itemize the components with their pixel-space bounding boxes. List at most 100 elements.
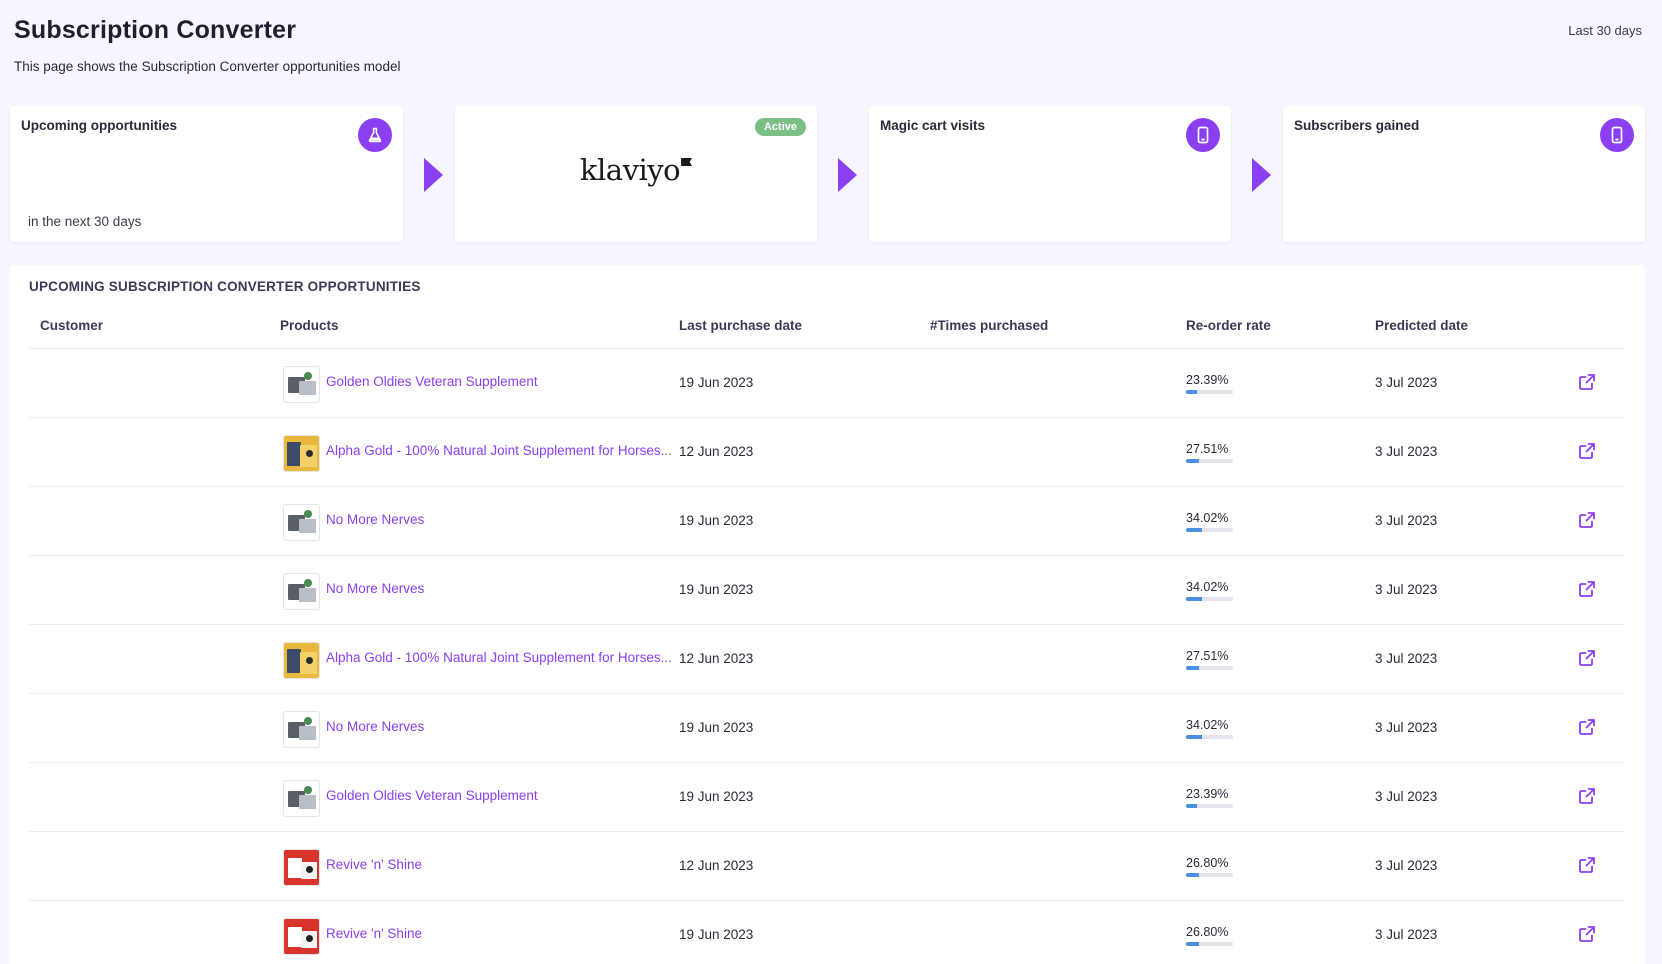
status-badge: Active xyxy=(754,118,806,136)
predicted-date: 3 Jul 2023 xyxy=(1375,927,1438,942)
table-row: Golden Oldies Veteran Supplement 19 Jun 2… xyxy=(29,763,1625,832)
table-row: Alpha Gold - 100% Natural Joint Suppleme… xyxy=(29,418,1625,487)
reorder-rate-fill xyxy=(1186,390,1197,394)
product-link[interactable]: No More Nerves xyxy=(326,512,676,527)
reorder-rate-value: 34.02% xyxy=(1186,718,1229,732)
predicted-date: 3 Jul 2023 xyxy=(1375,858,1438,873)
last-purchase-date: 19 Jun 2023 xyxy=(679,513,754,528)
product-thumbnail xyxy=(283,780,320,817)
reorder-rate-value: 23.39% xyxy=(1186,373,1229,387)
reorder-rate: 26.80% xyxy=(1186,856,1236,877)
funnel-arrow-icon xyxy=(838,158,857,192)
reorder-rate-fill xyxy=(1186,804,1197,808)
table-row: Alpha Gold - 100% Natural Joint Suppleme… xyxy=(29,625,1625,694)
external-link-icon[interactable] xyxy=(1578,718,1596,736)
external-link-icon[interactable] xyxy=(1578,925,1596,943)
page-subtitle: This page shows the Subscription Convert… xyxy=(14,59,401,74)
reorder-rate-bar xyxy=(1186,459,1233,463)
external-link-icon[interactable] xyxy=(1578,649,1596,667)
reorder-rate: 27.51% xyxy=(1186,442,1236,463)
product-thumbnail xyxy=(283,918,320,955)
predicted-date: 3 Jul 2023 xyxy=(1375,513,1438,528)
table-title: UPCOMING SUBSCRIPTION CONVERTER OPPORTUN… xyxy=(29,279,421,294)
klaviyo-logo: klaviyo xyxy=(580,153,693,187)
funnel-arrow-icon xyxy=(1252,158,1271,192)
column-header-times-purchased[interactable]: #Times purchased xyxy=(930,318,1048,333)
table-row: Golden Oldies Veteran Supplement 19 Jun 2… xyxy=(29,349,1625,418)
column-header-customer[interactable]: Customer xyxy=(40,318,103,333)
column-header-predicted-date[interactable]: Predicted date xyxy=(1375,318,1468,333)
product-link[interactable]: No More Nerves xyxy=(326,581,676,596)
reorder-rate-bar xyxy=(1186,597,1233,601)
last-purchase-date: 19 Jun 2023 xyxy=(679,582,754,597)
reorder-rate-fill xyxy=(1186,735,1202,739)
klaviyo-card: Active klaviyo xyxy=(455,106,817,242)
page-title: Subscription Converter xyxy=(14,16,297,44)
product-thumbnail xyxy=(283,435,320,472)
reorder-rate-bar xyxy=(1186,873,1233,877)
column-header-reorder-rate[interactable]: Re-order rate xyxy=(1186,318,1271,333)
external-link-icon[interactable] xyxy=(1578,511,1596,529)
column-header-products[interactable]: Products xyxy=(280,318,339,333)
reorder-rate: 26.80% xyxy=(1186,925,1236,946)
product-link[interactable]: Golden Oldies Veteran Supplement xyxy=(326,788,676,803)
last-purchase-date: 19 Jun 2023 xyxy=(679,720,754,735)
reorder-rate: 34.02% xyxy=(1186,718,1236,739)
funnel-arrow-icon xyxy=(424,158,443,192)
external-link-icon[interactable] xyxy=(1578,787,1596,805)
reorder-rate-bar xyxy=(1186,666,1233,670)
product-thumbnail xyxy=(283,573,320,610)
reorder-rate-bar xyxy=(1186,528,1233,532)
external-link-icon[interactable] xyxy=(1578,856,1596,874)
predicted-date: 3 Jul 2023 xyxy=(1375,375,1438,390)
magic-cart-visits-card: Magic cart visits xyxy=(869,106,1231,242)
predicted-date: 3 Jul 2023 xyxy=(1375,582,1438,597)
page: Subscription Converter This page shows t… xyxy=(0,0,1662,964)
predicted-date: 3 Jul 2023 xyxy=(1375,444,1438,459)
predicted-date: 3 Jul 2023 xyxy=(1375,720,1438,735)
reorder-rate-fill xyxy=(1186,666,1199,670)
column-header-last-purchase-date[interactable]: Last purchase date xyxy=(679,318,802,333)
card-title: Upcoming opportunities xyxy=(21,118,177,133)
last-purchase-date: 19 Jun 2023 xyxy=(679,789,754,804)
table-row: No More Nerves 19 Jun 2023 34.02% 3 Jul 202… xyxy=(29,556,1625,625)
reorder-rate: 34.02% xyxy=(1186,511,1236,532)
mobile-icon xyxy=(1600,118,1634,152)
last-purchase-date: 19 Jun 2023 xyxy=(679,375,754,390)
klaviyo-flag-icon xyxy=(681,158,693,166)
product-link[interactable]: No More Nerves xyxy=(326,719,676,734)
reorder-rate-fill xyxy=(1186,597,1202,601)
external-link-icon[interactable] xyxy=(1578,580,1596,598)
reorder-rate: 23.39% xyxy=(1186,787,1236,808)
subscribers-gained-card: Subscribers gained xyxy=(1283,106,1645,242)
predicted-date: 3 Jul 2023 xyxy=(1375,789,1438,804)
reorder-rate-value: 26.80% xyxy=(1186,856,1229,870)
product-link[interactable]: Revive 'n' Shine xyxy=(326,857,676,872)
table-row: Revive 'n' Shine 12 Jun 2023 26.80% 3 Jul 2… xyxy=(29,832,1625,901)
last-purchase-date: 12 Jun 2023 xyxy=(679,858,754,873)
table-row: Revive 'n' Shine 19 Jun 2023 26.80% 3 Jul 2… xyxy=(29,901,1625,964)
product-thumbnail xyxy=(283,849,320,886)
product-link[interactable]: Golden Oldies Veteran Supplement xyxy=(326,374,676,389)
product-link[interactable]: Alpha Gold - 100% Natural Joint Suppleme… xyxy=(326,443,676,458)
card-footnote: in the next 30 days xyxy=(28,214,142,229)
table-row: No More Nerves 19 Jun 2023 34.02% 3 Jul 202… xyxy=(29,487,1625,556)
external-link-icon[interactable] xyxy=(1578,442,1596,460)
card-title: Magic cart visits xyxy=(880,118,986,133)
reorder-rate-fill xyxy=(1186,459,1199,463)
reorder-rate-fill xyxy=(1186,942,1199,946)
date-range-selector[interactable]: Last 30 days xyxy=(1568,23,1642,38)
reorder-rate-bar xyxy=(1186,942,1233,946)
reorder-rate-value: 34.02% xyxy=(1186,511,1229,525)
product-thumbnail xyxy=(283,366,320,403)
product-link[interactable]: Revive 'n' Shine xyxy=(326,926,676,941)
reorder-rate-fill xyxy=(1186,528,1202,532)
product-link[interactable]: Alpha Gold - 100% Natural Joint Suppleme… xyxy=(326,650,676,665)
reorder-rate: 34.02% xyxy=(1186,580,1236,601)
reorder-rate-value: 34.02% xyxy=(1186,580,1229,594)
external-link-icon[interactable] xyxy=(1578,373,1596,391)
reorder-rate: 27.51% xyxy=(1186,649,1236,670)
table-row: No More Nerves 19 Jun 2023 34.02% 3 Jul 202… xyxy=(29,694,1625,763)
reorder-rate-bar xyxy=(1186,735,1233,739)
reorder-rate-bar xyxy=(1186,804,1233,808)
